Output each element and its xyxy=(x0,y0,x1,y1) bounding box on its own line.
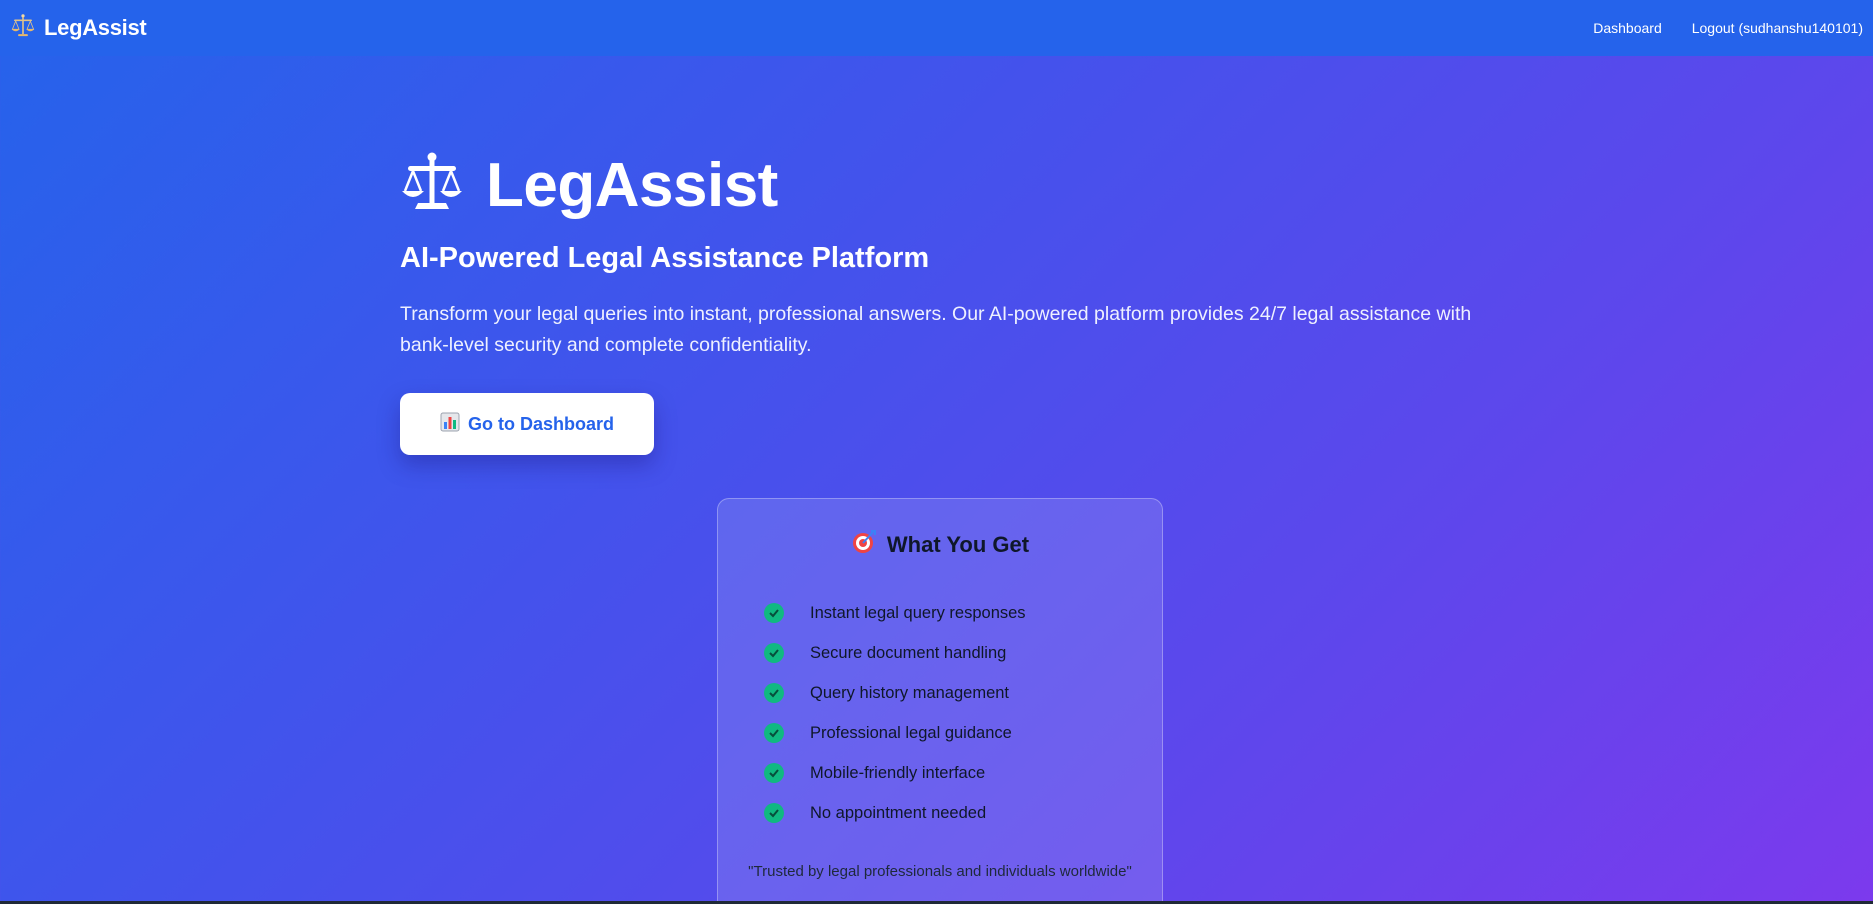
brand-name: LegAssist xyxy=(44,15,147,40)
feature-item: Secure document handling xyxy=(764,633,1162,673)
nav-links: Dashboard Logout (sudhanshu140101) xyxy=(1593,20,1863,36)
hero-section: LegAssist AI-Powered Legal Assistance Pl… xyxy=(400,140,1500,455)
check-circle-icon xyxy=(764,763,784,783)
nav-logout-link[interactable]: Logout (sudhanshu140101) xyxy=(1692,20,1863,36)
check-circle-icon xyxy=(764,803,784,823)
check-circle-icon xyxy=(764,643,784,663)
nav-dashboard-link[interactable]: Dashboard xyxy=(1593,20,1662,36)
top-navbar: LegAssist Dashboard Logout (sudhanshu140… xyxy=(0,0,1873,56)
feature-item: No appointment needed xyxy=(764,793,1162,833)
feature-item: Instant legal query responses xyxy=(764,593,1162,633)
feature-text: Instant legal query responses xyxy=(810,603,1026,622)
hero-title-row: LegAssist xyxy=(400,140,1500,230)
card-title: What You Get xyxy=(886,532,1030,557)
feature-text: Query history management xyxy=(810,683,1010,702)
feature-text: Secure document handling xyxy=(810,643,1007,662)
scales-icon xyxy=(10,13,36,44)
feature-text: Mobile-friendly interface xyxy=(810,763,986,782)
feature-item: Professional legal guidance xyxy=(764,713,1162,753)
check-circle-icon xyxy=(764,603,784,623)
card-title-row: What You Get xyxy=(718,529,1162,561)
go-to-dashboard-button[interactable]: Go to Dashboard xyxy=(400,393,654,455)
feature-item: Mobile-friendly interface xyxy=(764,753,1162,793)
check-circle-icon xyxy=(764,683,784,703)
hero-subtitle: AI-Powered Legal Assistance Platform xyxy=(400,242,930,274)
feature-text: No appointment needed xyxy=(810,803,987,822)
testimonial-quote: "Trusted by legal professionals and indi… xyxy=(748,863,1132,880)
what-you-get-card: What You Get Instant legal query respons… xyxy=(717,498,1163,904)
feature-item: Query history management xyxy=(764,673,1162,713)
bar-chart-icon xyxy=(440,412,460,437)
brand[interactable]: LegAssist xyxy=(10,13,147,44)
feature-text: Professional legal guidance xyxy=(810,723,1012,742)
hero-title: LegAssist xyxy=(486,150,778,220)
target-icon xyxy=(851,529,877,561)
go-to-dashboard-label: Go to Dashboard xyxy=(467,413,614,434)
check-circle-icon xyxy=(764,723,784,743)
hero-description: Transform your legal queries into instan… xyxy=(400,303,1472,356)
scales-icon xyxy=(400,151,464,220)
feature-list: Instant legal query responses Secure doc… xyxy=(718,593,1162,833)
